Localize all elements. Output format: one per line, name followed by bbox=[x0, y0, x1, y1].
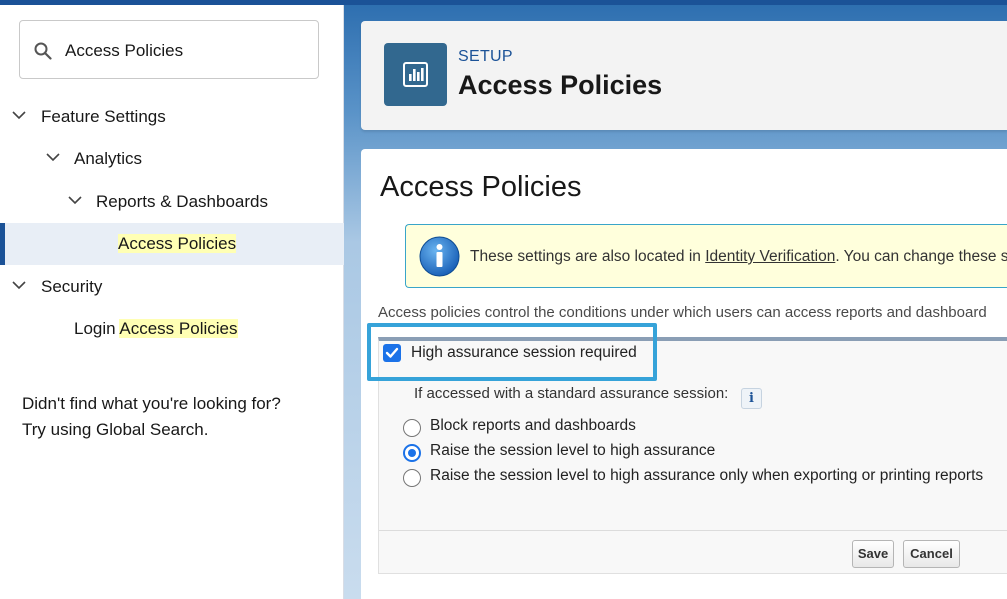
setup-sidebar: Access Policies Feature Settings Analyti… bbox=[0, 5, 344, 599]
info-message: These settings are also located in Ident… bbox=[405, 224, 1007, 288]
radio-label[interactable]: Block reports and dashboards bbox=[430, 417, 636, 435]
not-found-line1: Didn't find what you're looking for? bbox=[22, 394, 281, 413]
standard-session-label: If accessed with a standard assurance se… bbox=[414, 385, 729, 402]
search-value: Access Policies bbox=[65, 41, 184, 60]
page-header: SETUP Access Policies bbox=[361, 21, 1007, 130]
info-text-before: These settings are also located in bbox=[470, 248, 706, 265]
chevron-down-icon[interactable] bbox=[12, 111, 26, 120]
info-text-after: . You can change these s bbox=[835, 248, 1007, 265]
tree-item-label: Reports & Dashboards bbox=[96, 192, 268, 211]
search-match-highlight: Access Policies bbox=[119, 319, 238, 338]
chevron-down-icon[interactable] bbox=[12, 281, 26, 290]
radio-button[interactable] bbox=[403, 469, 421, 487]
page-title: Access Policies bbox=[458, 70, 663, 100]
info-icon bbox=[419, 236, 460, 277]
content-title: Access Policies bbox=[380, 171, 582, 203]
not-found-line2: Try using Global Search. bbox=[22, 420, 209, 439]
tree-item-label: Analytics bbox=[74, 149, 143, 168]
chevron-down-icon[interactable] bbox=[46, 153, 60, 162]
radio-label[interactable]: Raise the session level to high assuranc… bbox=[430, 442, 715, 460]
tree-item-label: Feature Settings bbox=[41, 107, 166, 126]
tree-item-label: Access Policies bbox=[118, 234, 237, 254]
tree-item-access-policies[interactable]: Access Policies bbox=[0, 223, 344, 265]
tree-item-reports-dashboards[interactable]: Reports & Dashboards bbox=[0, 181, 344, 223]
quick-find-search-input[interactable]: Access Policies bbox=[19, 20, 319, 79]
radio-button-selected[interactable] bbox=[403, 444, 421, 462]
tree-item-login-access-policies[interactable]: Login Access Policies bbox=[0, 308, 344, 350]
tree-item-prefix: Login bbox=[74, 319, 120, 338]
tree-item-feature-settings[interactable]: Feature Settings bbox=[0, 96, 344, 138]
info-text: These settings are also located in Ident… bbox=[470, 248, 1007, 266]
tree-item-label: Security bbox=[41, 277, 103, 296]
search-icon bbox=[34, 42, 52, 60]
description-text: Access policies control the conditions u… bbox=[378, 304, 987, 321]
tree-item-label: Login Access Policies bbox=[74, 319, 238, 339]
not-found-message: Didn't find what you're looking for? Try… bbox=[22, 391, 332, 443]
cancel-button[interactable]: Cancel bbox=[903, 540, 960, 568]
save-button[interactable]: Save bbox=[852, 540, 894, 568]
chevron-down-icon[interactable] bbox=[68, 196, 82, 205]
radio-button[interactable] bbox=[403, 419, 421, 437]
header-eyebrow: SETUP bbox=[458, 48, 513, 65]
radio-label[interactable]: Raise the session level to high assuranc… bbox=[430, 467, 983, 485]
tree-item-security[interactable]: Security bbox=[0, 266, 344, 308]
chart-icon bbox=[384, 43, 447, 106]
callout-highlight-box bbox=[367, 323, 657, 381]
tree-item-analytics[interactable]: Analytics bbox=[0, 138, 344, 180]
help-info-icon[interactable]: i bbox=[741, 388, 762, 409]
button-bar: Save Cancel bbox=[379, 530, 1007, 573]
identity-verification-link[interactable]: Identity Verification bbox=[705, 248, 835, 265]
search-match-highlight: Access Policies bbox=[118, 234, 237, 253]
